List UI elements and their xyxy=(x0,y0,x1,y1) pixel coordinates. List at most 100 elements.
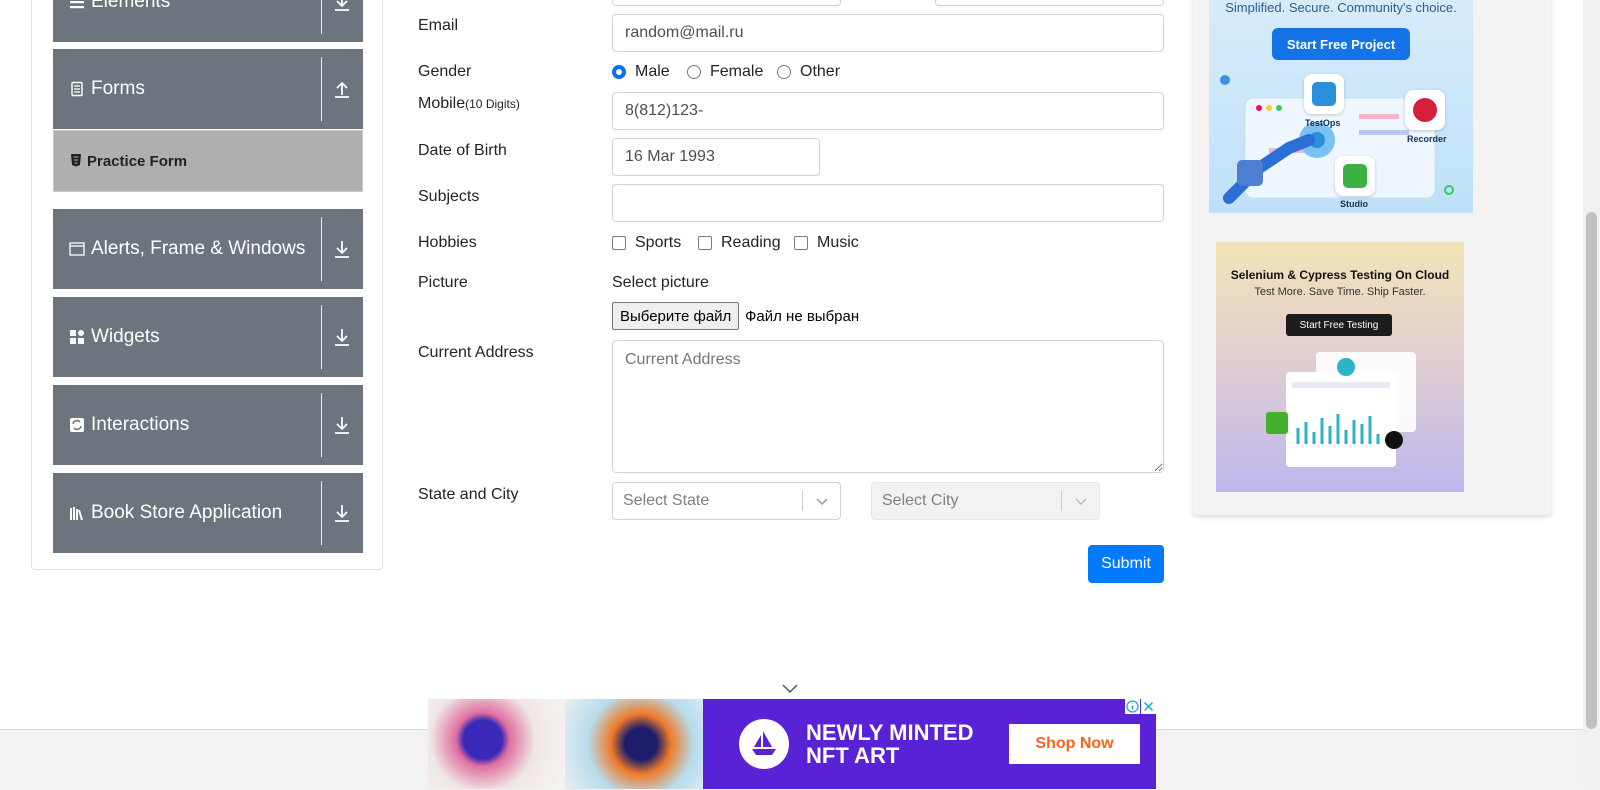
start-free-project-button[interactable]: Start Free Project xyxy=(1272,28,1410,60)
app-name-recorder: Recorder xyxy=(1407,134,1447,144)
sidebar-group-title: Elements xyxy=(91,0,171,12)
hamburger-icon xyxy=(70,1,84,9)
email-label: Email xyxy=(418,17,459,34)
scrollbar-thumb[interactable] xyxy=(1586,212,1597,729)
radio-empty-icon xyxy=(687,65,701,79)
hobby-checkbox-sports[interactable]: Sports xyxy=(612,234,681,252)
interactions-icon xyxy=(70,418,84,432)
page-scrollbar[interactable] xyxy=(1583,0,1600,789)
current-address-textarea[interactable] xyxy=(612,340,1164,473)
file-status-text: Файл не выбран xyxy=(745,308,860,325)
hobby-option-label: Sports xyxy=(635,234,682,251)
sidebar-group-interactions[interactable]: Interactions xyxy=(53,385,363,465)
gender-radio-male[interactable]: Male xyxy=(612,63,670,81)
katalon-ad[interactable]: Simplified. Secure. Community's choice. … xyxy=(1209,0,1473,213)
ad-title: Selenium & Cypress Testing On Cloud xyxy=(1230,268,1450,282)
dob-label: Date of Birth xyxy=(418,142,507,159)
radio-empty-icon xyxy=(777,65,791,79)
divider xyxy=(1061,491,1062,511)
divider xyxy=(321,57,322,121)
gender-radio-female[interactable]: Female xyxy=(687,63,763,81)
sidebar-group-elements[interactable]: Elements xyxy=(53,0,363,42)
widgets-icon xyxy=(70,330,84,344)
opensea-logo-icon xyxy=(739,719,789,769)
state-placeholder: Select State xyxy=(623,492,710,509)
first-name-field[interactable] xyxy=(612,0,841,6)
divider xyxy=(321,217,322,281)
ad-subtitle: Test More. Save Time. Ship Faster. xyxy=(1254,286,1426,298)
mobile-hint: (10 Digits) xyxy=(465,97,520,111)
choose-file-button[interactable]: Выберите файл xyxy=(612,302,740,330)
date-of-birth-field[interactable]: 16 Mar 1993 xyxy=(612,138,820,176)
chevron-down-icon[interactable] xyxy=(780,683,800,695)
html-badge-icon xyxy=(71,154,81,167)
sidebar-item-practice-form[interactable]: Practice Form xyxy=(53,130,363,192)
divider xyxy=(321,305,322,369)
divider xyxy=(321,481,322,545)
info-glyph-icon xyxy=(1126,700,1139,713)
gender-radio-other[interactable]: Other xyxy=(777,63,840,81)
nft-headline: NEWLY MINTED NFT ART xyxy=(806,720,974,768)
studio-logo-icon xyxy=(1343,164,1367,188)
chevron-down-icon xyxy=(1075,498,1087,506)
app-name-studio: Studio xyxy=(1340,199,1368,209)
ad-info-icon[interactable] xyxy=(1125,699,1140,714)
download-arrow-icon[interactable] xyxy=(331,0,353,13)
download-arrow-icon[interactable] xyxy=(331,238,353,260)
submit-button[interactable]: Submit xyxy=(1088,545,1164,583)
gender-option-label: Female xyxy=(710,63,764,80)
divider xyxy=(321,0,322,34)
subjects-input[interactable] xyxy=(612,184,1164,222)
sidebar-group-book-store[interactable]: Book Store Application xyxy=(53,473,363,553)
gender-option-label: Other xyxy=(800,63,841,80)
sidebar-group-title: Book Store Application xyxy=(91,502,283,523)
radio-selected-icon xyxy=(612,65,626,79)
chevron-down-icon xyxy=(816,498,828,506)
nft-banner-ad[interactable]: NEWLY MINTED NFT ART Shop Now xyxy=(428,699,1156,789)
sidebar-group-title: Forms xyxy=(91,78,145,99)
sidebar-group-alerts-frame-windows[interactable]: Alerts, Frame & Windows xyxy=(53,209,363,289)
recorder-badge xyxy=(1405,90,1445,130)
mobile-label: Mobile(10 Digits) xyxy=(418,95,520,113)
state-city-label: State and City xyxy=(418,486,519,503)
checkbox-icon xyxy=(698,236,712,250)
subjects-label: Subjects xyxy=(418,188,480,205)
ad-close-icon[interactable] xyxy=(1141,699,1156,714)
nft-artwork-1 xyxy=(428,699,565,789)
close-glyph-icon xyxy=(1144,702,1153,711)
mobile-field[interactable]: 8(812)123- xyxy=(612,92,1164,130)
shop-now-button[interactable]: Shop Now xyxy=(1009,724,1140,764)
hobby-checkbox-music[interactable]: Music xyxy=(794,234,859,252)
upload-arrow-icon[interactable] xyxy=(331,78,353,100)
studio-badge xyxy=(1335,156,1375,196)
window-icon xyxy=(69,242,85,256)
hobby-checkbox-reading[interactable]: Reading xyxy=(698,234,781,252)
checkbox-icon xyxy=(794,236,808,250)
download-arrow-icon[interactable] xyxy=(331,326,353,348)
sidebar-group-title: Alerts, Frame & Windows xyxy=(91,238,306,259)
current-address-label: Current Address xyxy=(418,344,534,361)
dashboard-illustration-icon xyxy=(1266,352,1416,467)
gender-label: Gender xyxy=(418,63,472,80)
divider xyxy=(321,393,322,457)
hobby-option-label: Reading xyxy=(721,234,781,251)
last-name-field[interactable] xyxy=(935,0,1164,6)
boat-icon xyxy=(752,731,776,755)
mobile-label-text: Mobile xyxy=(418,95,466,112)
checkbox-icon xyxy=(612,236,626,250)
city-select[interactable]: Select City xyxy=(871,482,1100,520)
cloud-testing-ad[interactable]: Selenium & Cypress Testing On Cloud Test… xyxy=(1216,242,1464,492)
download-arrow-icon[interactable] xyxy=(331,502,353,524)
city-placeholder: Select City xyxy=(882,492,959,509)
email-field[interactable]: random@mail.ru xyxy=(612,14,1164,52)
state-select[interactable]: Select State xyxy=(612,482,841,520)
testops-logo-icon xyxy=(1312,82,1336,106)
start-free-testing-button[interactable]: Start Free Testing xyxy=(1286,314,1392,336)
form-icon xyxy=(71,81,83,97)
ad-tagline: Simplified. Secure. Community's choice. xyxy=(1225,0,1457,15)
books-icon xyxy=(70,507,83,521)
download-arrow-icon[interactable] xyxy=(331,414,353,436)
sidebar-group-forms[interactable]: Forms xyxy=(53,49,363,129)
sidebar-group-widgets[interactable]: Widgets xyxy=(53,297,363,377)
divider xyxy=(802,491,803,511)
